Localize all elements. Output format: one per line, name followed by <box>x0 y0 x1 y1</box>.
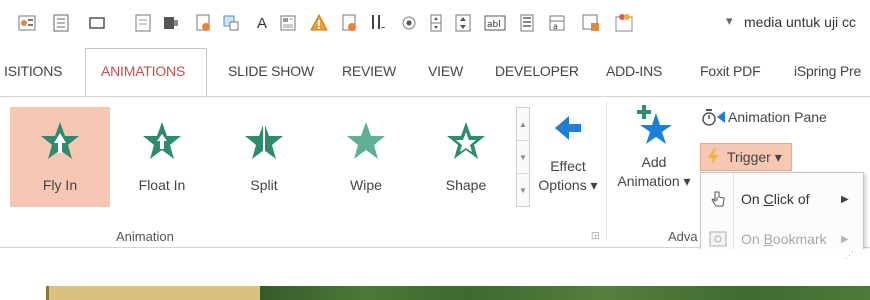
animation-label: Split <box>250 177 278 193</box>
radio-icon[interactable] <box>400 14 418 32</box>
align-icon[interactable] <box>162 14 180 32</box>
control-icon[interactable] <box>582 14 600 32</box>
shape-star-icon <box>447 122 485 159</box>
split-star-icon <box>245 122 283 159</box>
quick-access-toolbar: A abl a ▾ media untuk uji cc <box>0 0 870 46</box>
combo-icon[interactable]: a <box>548 14 566 32</box>
gallery-scroll-up-icon[interactable]: ▲ <box>517 108 529 141</box>
warning-icon[interactable] <box>310 14 328 32</box>
customize-icon[interactable] <box>614 14 636 32</box>
animation-shape[interactable]: Shape <box>416 107 516 207</box>
tab-slide-show[interactable]: SLIDE SHOW <box>228 63 314 79</box>
animation-label: Shape <box>445 177 487 193</box>
slide-thumbnail[interactable] <box>46 286 870 300</box>
picture-icon[interactable] <box>194 14 212 32</box>
slide-edge <box>46 286 49 300</box>
qat-customize-dropdown[interactable]: ▾ <box>726 13 733 29</box>
collapse-ribbon-icon[interactable]: ⋰ <box>845 250 854 261</box>
trigger-button[interactable]: Trigger ▾ <box>700 143 792 171</box>
gallery-scrollbar: ▲ ▼ ▼ <box>516 107 530 207</box>
float-in-star-icon <box>143 122 181 159</box>
add-animation-label-1: Add <box>641 154 667 170</box>
add-animation-star-icon <box>637 105 672 144</box>
submenu-arrow-icon: ▶ <box>841 193 849 205</box>
animation-wipe[interactable]: Wipe <box>316 107 416 207</box>
animation-pane-label: Animation Pane <box>728 109 827 125</box>
animation-label: Float In <box>138 177 186 193</box>
spin-icon-2[interactable] <box>454 14 472 32</box>
document-title: media untuk uji cc <box>744 14 857 30</box>
advanced-animation-group-label: Adva <box>668 229 698 244</box>
powerpoint-window: A abl a ▾ media untuk uji cc ISITIONS AN… <box>0 0 870 300</box>
text-box-icon[interactable] <box>134 14 152 32</box>
spin-icon[interactable] <box>427 14 445 32</box>
animation-group-label: Animation <box>116 229 174 244</box>
menu-item-on-click-of[interactable]: On Click of ▶ <box>701 179 863 219</box>
add-animation-button[interactable]: Add Animation ▾ <box>614 103 694 191</box>
slide-settings-icon[interactable] <box>18 14 36 32</box>
fly-in-star-icon <box>41 122 79 159</box>
tab-add-ins[interactable]: ADD-INS <box>606 63 662 79</box>
tab-foxit-pdf[interactable]: Foxit PDF <box>700 63 761 79</box>
ribbon-tabs: ISITIONS ANIMATIONS SLIDE SHOW REVIEW VI… <box>0 48 870 97</box>
wipe-star-icon <box>347 122 385 159</box>
fill-icon[interactable] <box>340 14 358 32</box>
tab-view[interactable]: VIEW <box>428 63 463 79</box>
table-icon[interactable] <box>52 14 70 32</box>
cursor-hand-icon <box>711 191 725 207</box>
layout-icon[interactable] <box>279 14 297 32</box>
dialog-launcher-icon[interactable]: ◲ <box>591 230 601 240</box>
effect-options-label-2: Options ▾ <box>538 177 598 193</box>
add-animation-label-2: Animation ▾ <box>617 173 691 189</box>
shape-icon[interactable] <box>222 14 240 32</box>
gallery-scroll-down-icon[interactable]: ▼ <box>517 141 529 174</box>
animation-float-in[interactable]: Float In <box>112 107 212 207</box>
tab-ispring[interactable]: iSpring Pre <box>794 63 861 79</box>
tab-review[interactable]: REVIEW <box>342 63 396 79</box>
animation-label: Wipe <box>350 177 382 193</box>
animation-split[interactable]: Split <box>214 107 314 207</box>
tab-developer[interactable]: DEVELOPER <box>495 63 579 79</box>
list-icon[interactable] <box>518 14 536 32</box>
gallery-more-icon[interactable]: ▼ <box>517 174 529 207</box>
animation-pane-button[interactable]: Animation Pane <box>702 107 827 127</box>
animation-pane-icon <box>702 109 725 126</box>
arrow-left-icon <box>555 116 581 140</box>
group-separator <box>606 101 607 241</box>
animation-gallery: Fly In Float In Split Wipe Shape <box>10 107 516 207</box>
submenu-arrow-icon: ▶ <box>841 233 849 245</box>
trigger-label: Trigger ▾ <box>727 148 782 165</box>
on-bookmark-label: On Bookmark <box>741 231 827 247</box>
effect-options-button[interactable]: Effect Options ▾ <box>538 111 598 195</box>
tab-transitions[interactable]: ISITIONS <box>4 63 62 79</box>
slide-editing-area: ⋰ <box>0 249 870 300</box>
svg-text:a: a <box>553 22 558 31</box>
svg-text:abl: abl <box>487 20 501 30</box>
sort-icon[interactable] <box>368 14 386 32</box>
animation-fly-in[interactable]: Fly In <box>10 107 110 207</box>
effect-options-label-1: Effect <box>550 158 586 174</box>
text-field-icon[interactable]: abl <box>484 14 506 32</box>
lightning-icon <box>708 148 718 166</box>
bookmark-icon <box>709 231 727 247</box>
tab-animations[interactable]: ANIMATIONS <box>101 63 185 79</box>
font-icon[interactable]: A <box>253 14 271 32</box>
on-click-of-label: On Click of <box>741 191 810 207</box>
animation-label: Fly In <box>42 177 78 193</box>
rectangle-icon[interactable] <box>88 14 106 32</box>
